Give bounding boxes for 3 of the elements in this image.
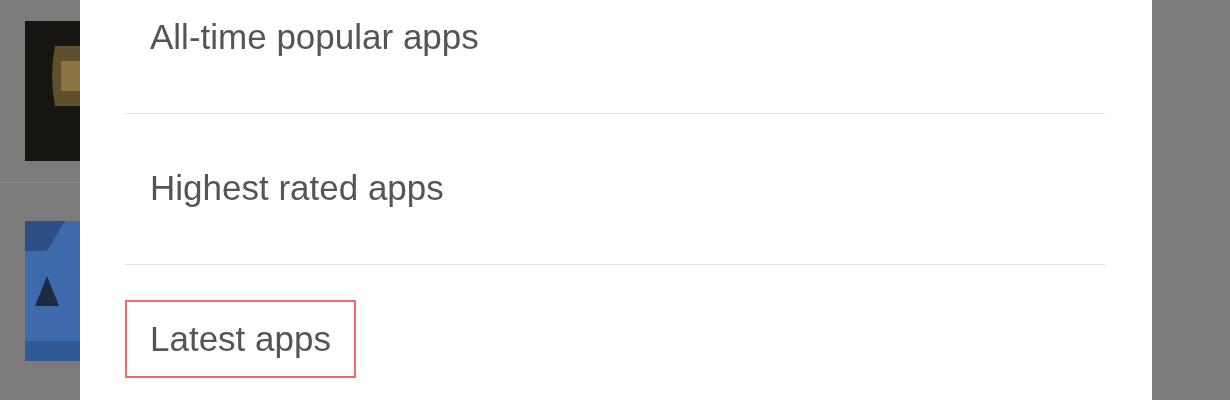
- menu-item[interactable]: Highest rated apps: [125, 149, 469, 227]
- menu-item[interactable]: Latest apps: [125, 300, 356, 378]
- menu-item[interactable]: All-time popular apps: [125, 0, 504, 76]
